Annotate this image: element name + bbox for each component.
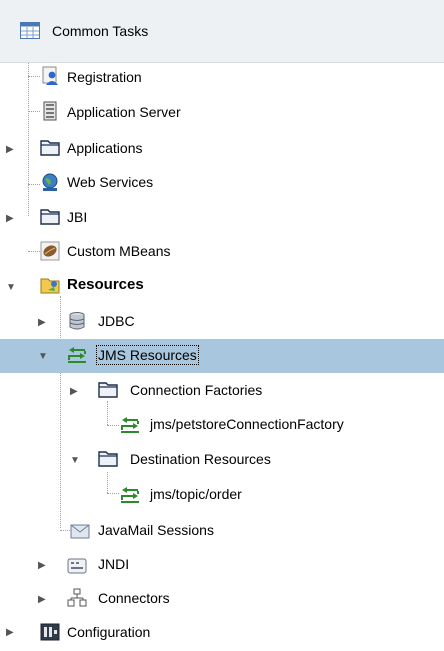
- configuration-icon: [40, 623, 60, 641]
- server-icon: [43, 101, 57, 121]
- table-icon: [20, 22, 40, 39]
- tree-item-label: JavaMail Sessions: [98, 522, 214, 538]
- expand-arrow-icon[interactable]: ▶: [70, 387, 80, 397]
- tree-item-label: Custom MBeans: [67, 243, 171, 259]
- tree-item-custom-mbeans[interactable]: Custom MBeans: [0, 235, 444, 269]
- tree-item-label: jms/petstoreConnectionFactory: [150, 416, 344, 432]
- common-tasks-label: Common Tasks: [52, 23, 149, 39]
- tree-item-label: jms/topic/order: [150, 486, 242, 502]
- registration-icon: [42, 66, 58, 85]
- jndi-icon: [67, 558, 87, 574]
- collapse-arrow-icon[interactable]: ▼: [6, 283, 16, 293]
- connector-icon: [67, 588, 87, 607]
- navigation-tree: Registration Application Server ▶ Applic…: [0, 63, 444, 648]
- tree-item-jms-resources[interactable]: ▼ JMS Resources: [0, 339, 444, 373]
- tree-item-label: Destination Resources: [130, 451, 271, 467]
- database-icon: [69, 312, 85, 330]
- tree-item-web-services[interactable]: Web Services: [0, 167, 444, 201]
- resources-folder-icon: [40, 278, 60, 294]
- tree-item-label: JNDI: [98, 556, 130, 572]
- folder-icon: [98, 382, 118, 398]
- expand-arrow-icon[interactable]: ▶: [38, 595, 48, 605]
- tree-item-label: Application Server: [67, 104, 181, 120]
- tree-item-label: Resources: [67, 276, 144, 293]
- common-tasks-header[interactable]: Common Tasks: [0, 0, 444, 63]
- jms-icon: [121, 487, 139, 503]
- folder-icon: [98, 451, 118, 467]
- expand-arrow-icon[interactable]: ▶: [38, 318, 48, 328]
- tree-item-jms-petstore-connection-factory[interactable]: jms/petstoreConnectionFactory: [0, 408, 444, 442]
- tree-item-label: Connectors: [98, 590, 170, 606]
- tree-item-applications[interactable]: ▶ Applications: [0, 132, 444, 166]
- tree-item-application-server[interactable]: Application Server: [0, 97, 444, 131]
- jms-icon: [121, 417, 139, 433]
- collapse-arrow-icon[interactable]: ▼: [70, 456, 80, 466]
- tree-item-configuration[interactable]: ▶ Configuration: [0, 617, 444, 651]
- tree-item-jndi[interactable]: ▶ JNDI: [0, 548, 444, 582]
- expand-arrow-icon[interactable]: ▶: [38, 561, 48, 571]
- tree-item-label: JBI: [67, 209, 88, 225]
- tree-item-label: Applications: [67, 140, 143, 156]
- tree-item-label: JMS Resources: [96, 345, 199, 365]
- tree-item-label: Registration: [67, 69, 142, 85]
- tree-item-connection-factories[interactable]: ▶ Connection Factories: [0, 374, 444, 408]
- tree-item-jbi[interactable]: ▶ JBI: [0, 201, 444, 235]
- mail-icon: [70, 524, 90, 539]
- jms-icon: [68, 347, 86, 363]
- expand-arrow-icon[interactable]: ▶: [6, 214, 16, 224]
- tree-item-jdbc[interactable]: ▶ JDBC: [0, 305, 444, 339]
- collapse-arrow-icon[interactable]: ▼: [38, 352, 48, 362]
- expand-arrow-icon[interactable]: ▶: [6, 628, 16, 638]
- folder-icon: [40, 140, 60, 156]
- tree-item-label: Configuration: [67, 624, 151, 640]
- globe-icon: [42, 173, 58, 191]
- tree-item-label: JDBC: [98, 313, 135, 329]
- tree-item-connectors[interactable]: ▶ Connectors: [0, 582, 444, 616]
- tree-item-resources[interactable]: ▼ Resources: [0, 270, 444, 304]
- tree-item-label: Web Services: [67, 174, 154, 190]
- tree-item-jms-topic-order[interactable]: jms/topic/order: [0, 478, 444, 512]
- tree-item-javamail-sessions[interactable]: JavaMail Sessions: [0, 513, 444, 547]
- tree-item-destination-resources[interactable]: ▼ Destination Resources: [0, 443, 444, 477]
- tree-item-label: Connection Factories: [130, 382, 263, 398]
- expand-arrow-icon[interactable]: ▶: [6, 145, 16, 155]
- tree-item-registration[interactable]: Registration: [0, 63, 444, 97]
- bean-icon: [40, 241, 60, 261]
- folder-icon: [40, 209, 60, 225]
